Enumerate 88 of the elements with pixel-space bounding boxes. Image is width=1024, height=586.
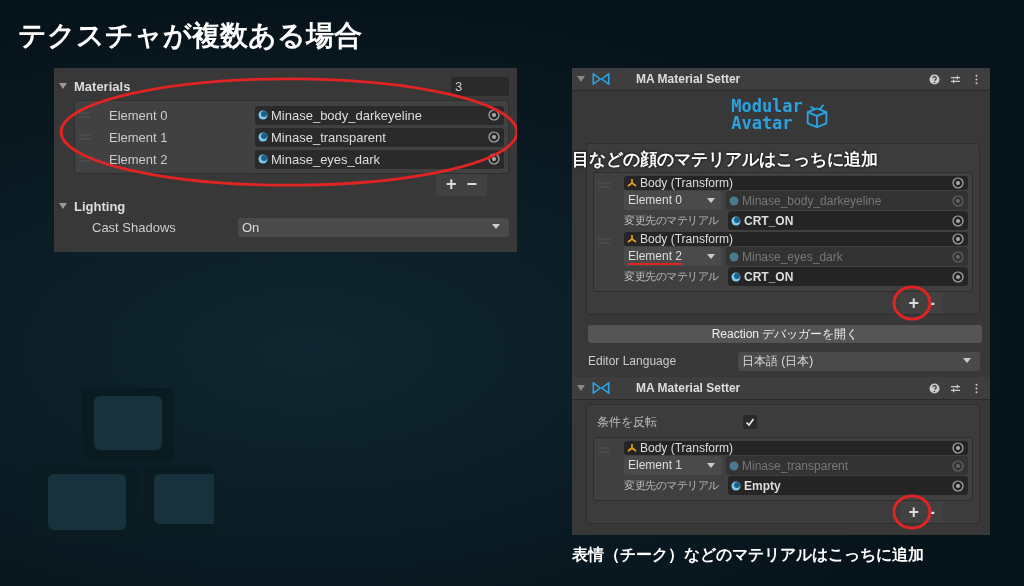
logo-text: Modular: [731, 98, 803, 115]
caret-icon: [962, 358, 972, 364]
component-header[interactable]: MA Material Setter: [572, 68, 990, 91]
caption: 表情（チーク）などのマテリアルはこっちに追加: [572, 545, 925, 566]
drag-handle-icon[interactable]: [79, 156, 91, 162]
object-picker-icon[interactable]: [488, 153, 500, 165]
material-ball-icon: [729, 195, 739, 206]
object-picker-icon[interactable]: [952, 177, 964, 189]
object-field[interactable]: Body (Transform): [624, 441, 968, 455]
object-picker-icon: [952, 250, 964, 263]
section-label: Lighting: [74, 198, 126, 214]
remove-button[interactable]: −: [466, 175, 477, 193]
material-ball-icon: [258, 154, 268, 164]
section-label: Materials: [74, 78, 131, 94]
sliders-icon[interactable]: [950, 382, 961, 394]
bowtie-icon: [592, 73, 610, 85]
logo-text: Avatar: [731, 115, 794, 132]
checkbox-label: 条件を反転: [597, 413, 658, 431]
material-field[interactable]: Minase_transparent: [255, 127, 504, 147]
material-ball-icon: [729, 460, 739, 471]
language-dropdown[interactable]: 日本語 (日本): [738, 351, 980, 371]
material-field[interactable]: CRT_ON: [728, 267, 968, 286]
material-ball-icon: [258, 132, 268, 142]
foldout-arrow-icon[interactable]: [576, 383, 586, 393]
object-picker-icon[interactable]: [952, 479, 964, 492]
checkmark-icon: [745, 417, 755, 427]
material-ball-icon: [731, 215, 741, 226]
element-dropdown[interactable]: Element 0: [624, 191, 722, 210]
object-field[interactable]: Body (Transform): [624, 232, 968, 246]
object-picker-icon: [952, 194, 964, 207]
foldout-arrow-icon[interactable]: [58, 201, 68, 211]
element-label: Element 0: [108, 107, 169, 123]
material-field: Minase_transparent: [726, 456, 968, 475]
help-icon[interactable]: [929, 382, 940, 394]
reaction-debugger-button[interactable]: Reaction デバッガーを開く: [588, 325, 982, 343]
annotation-circle: [892, 494, 933, 530]
add-button[interactable]: +: [445, 175, 457, 193]
dropdown[interactable]: On: [238, 217, 509, 237]
element-label: Element 1: [108, 129, 169, 145]
bowtie-icon: [592, 382, 610, 394]
material-ball-icon: [731, 480, 741, 491]
object-picker-icon[interactable]: [952, 214, 964, 227]
drag-handle-icon[interactable]: [79, 112, 91, 118]
add-button[interactable]: +: [908, 503, 919, 521]
element-dropdown[interactable]: Element 2: [624, 247, 722, 266]
caret-icon: [706, 462, 716, 469]
object-picker-icon[interactable]: [488, 109, 500, 121]
element-dropdown[interactable]: Element 1: [624, 456, 722, 475]
material-ball-icon: [731, 271, 741, 282]
material-field: Minase_eyes_dark: [726, 247, 968, 266]
add-button[interactable]: +: [908, 294, 919, 312]
property-label: Cast Shadows: [92, 219, 177, 235]
material-ball-icon: [729, 251, 739, 262]
field-label: 変更先のマテリアル: [624, 478, 720, 493]
caret-icon: [706, 197, 716, 204]
object-picker-icon[interactable]: [952, 233, 964, 245]
foldout-arrow-icon[interactable]: [58, 81, 68, 91]
material-field[interactable]: Minase_eyes_dark: [255, 149, 504, 169]
count-field[interactable]: 3: [451, 76, 509, 96]
object-picker-icon: [952, 459, 964, 472]
slide-title: テクスチャが複数ある場合: [18, 19, 363, 53]
material-field[interactable]: CRT_ON: [728, 211, 968, 230]
component-title: MA Material Setter: [636, 381, 742, 395]
caret-icon: [706, 253, 716, 260]
transform-icon: [627, 443, 637, 453]
material-ball-icon: [258, 110, 268, 120]
caption: 目などの顔のマテリアルはこっちに追加: [572, 149, 878, 171]
annotation-circle: [892, 285, 933, 321]
material-field[interactable]: Empty: [728, 476, 968, 495]
material-field[interactable]: Minase_body_darkeyeline: [255, 105, 504, 125]
field-label: 変更先のマテリアル: [624, 269, 720, 284]
checkbox[interactable]: [743, 415, 757, 429]
transform-icon: [627, 178, 637, 188]
help-icon[interactable]: [929, 73, 940, 85]
sliders-icon[interactable]: [950, 73, 961, 85]
component-header[interactable]: MA Material Setter: [572, 377, 990, 400]
foldout-arrow-icon[interactable]: [576, 74, 586, 84]
element-label: Element 2: [108, 151, 169, 167]
material-field: Minase_body_darkeyeline: [726, 191, 968, 210]
object-field[interactable]: Body (Transform): [624, 176, 968, 190]
object-picker-icon[interactable]: [952, 270, 964, 283]
field-label: 変更先のマテリアル: [624, 213, 720, 228]
object-picker-icon[interactable]: [488, 131, 500, 143]
transform-icon: [627, 234, 637, 244]
caret-icon: [491, 224, 501, 230]
field-label: Editor Language: [588, 354, 678, 368]
component-title: MA Material Setter: [636, 72, 742, 86]
object-picker-icon[interactable]: [952, 442, 964, 454]
